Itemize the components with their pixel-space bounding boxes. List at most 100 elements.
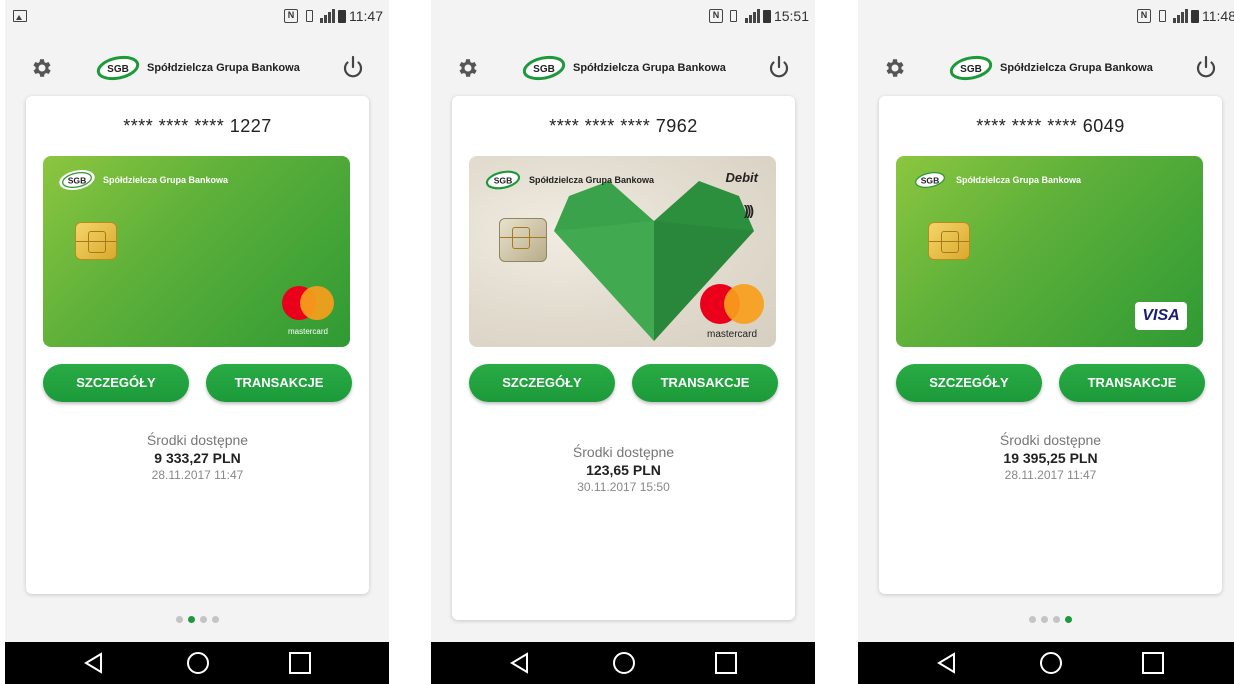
transactions-button[interactable]: TRANSAKCJE <box>206 364 352 402</box>
settings-gear-icon[interactable] <box>455 56 479 80</box>
vibrate-icon <box>726 9 742 23</box>
settings-gear-icon[interactable] <box>29 56 53 80</box>
details-button[interactable]: SZCZEGÓŁY <box>896 364 1042 402</box>
vibrate-icon <box>301 9 317 23</box>
page-dot[interactable] <box>1028 616 1036 623</box>
back-icon[interactable] <box>934 650 960 676</box>
card-chip <box>499 218 547 262</box>
card-bank-logo: SGB Spółdzielcza Grupa Bankowa <box>910 168 1081 192</box>
battery-icon <box>1191 9 1199 23</box>
power-icon[interactable] <box>1194 55 1218 81</box>
mastercard-logo: mastercard <box>280 286 336 336</box>
balance-amount: 19 395,25 PLN <box>1003 450 1098 466</box>
balance-amount: 9 333,27 PLN <box>154 450 241 466</box>
android-nav-bar <box>5 642 389 684</box>
bank-logo: SGB Spółdzielcza Grupa Bankowa <box>948 54 1153 82</box>
logo-abbr: SGB <box>960 64 982 75</box>
sgb-logo-mark: SGB <box>915 171 945 189</box>
sgb-logo-mark: SGB <box>59 170 95 190</box>
masked-card-number: **** **** **** 1227 <box>123 116 272 136</box>
bank-logo: SGB Spółdzielcza Grupa Bankowa <box>521 54 726 82</box>
card-bank-name: Spółdzielcza Grupa Bankowa <box>956 175 1082 185</box>
phone-screen-1: N 11:47 SGB Spółdzielcza Grupa Bankowa *… <box>5 0 389 684</box>
payment-card-image[interactable]: SGB Spółdzielcza Grupa Bankowa Debit )))… <box>469 156 776 347</box>
recent-apps-icon[interactable] <box>1140 650 1166 676</box>
status-time: 11:47 <box>349 8 383 24</box>
status-bar: N 11:48 <box>858 0 1234 36</box>
page-dot[interactable] <box>199 616 207 623</box>
transactions-button[interactable]: TRANSAKCJE <box>1059 364 1205 402</box>
page-dot[interactable] <box>175 616 183 623</box>
balance-date: 28.11.2017 11:47 <box>1004 468 1097 482</box>
svg-text:SGB: SGB <box>494 175 513 185</box>
settings-gear-icon[interactable] <box>882 56 906 80</box>
balance-date: 30.11.2017 15:50 <box>577 480 670 494</box>
recent-apps-icon[interactable] <box>287 650 313 676</box>
page-dot[interactable] <box>1052 616 1060 623</box>
battery-icon <box>762 9 771 23</box>
logo-abbr: SGB <box>533 64 555 75</box>
payment-card-image[interactable]: SGB Spółdzielcza Grupa Bankowa VISA <box>896 156 1203 347</box>
sgb-logo-mark: SGB <box>949 55 993 81</box>
sgb-logo-mark: SGB <box>96 55 140 81</box>
signal-icon <box>1173 9 1188 23</box>
status-bar: N 15:51 <box>431 0 815 36</box>
home-icon[interactable] <box>1038 650 1064 676</box>
signal-icon <box>320 9 335 23</box>
visa-logo: VISA <box>1135 302 1187 330</box>
back-icon[interactable] <box>507 650 533 676</box>
battery-icon <box>338 9 346 23</box>
home-icon[interactable] <box>185 650 211 676</box>
logo-abbr: SGB <box>107 64 129 75</box>
page-dot[interactable] <box>1040 616 1048 623</box>
balance-section: Środki dostępne 19 395,25 PLN 28.11.2017… <box>879 432 1222 482</box>
page-dot-active[interactable] <box>187 616 195 623</box>
app-header: SGB Spółdzielcza Grupa Bankowa <box>5 42 389 94</box>
app-header: SGB Spółdzielcza Grupa Bankowa <box>431 42 815 94</box>
nfc-icon: N <box>1137 9 1151 23</box>
payment-card-image[interactable]: SGB Spółdzielcza Grupa Bankowa mastercar… <box>43 156 350 347</box>
page-dot-active[interactable] <box>1064 616 1072 623</box>
mastercard-logo: mastercard <box>698 284 766 340</box>
balance-amount: 123,65 PLN <box>586 462 661 478</box>
card-type-label: Debit <box>725 170 759 185</box>
power-icon[interactable] <box>767 55 791 81</box>
power-icon[interactable] <box>341 55 365 81</box>
page-dot[interactable] <box>211 616 219 623</box>
status-time: 11:48 <box>1202 8 1234 24</box>
transactions-button[interactable]: TRANSAKCJE <box>632 364 778 402</box>
home-icon[interactable] <box>611 650 637 676</box>
card-panel: **** **** **** 7962 SGB Spółdzielcza Gru… <box>452 96 795 620</box>
card-chip <box>75 222 117 260</box>
nfc-icon: N <box>708 9 723 23</box>
page-indicator[interactable] <box>858 616 1234 623</box>
back-icon[interactable] <box>81 650 107 676</box>
sgb-logo-mark: SGB <box>522 55 566 81</box>
card-bank-name: Spółdzielcza Grupa Bankowa <box>529 175 655 185</box>
android-nav-bar <box>858 642 1234 684</box>
details-button[interactable]: SZCZEGÓŁY <box>469 364 615 402</box>
image-notification-icon <box>13 10 27 22</box>
card-network-label: mastercard <box>287 327 328 336</box>
svg-text:SGB: SGB <box>68 175 87 185</box>
signal-icon <box>744 9 760 23</box>
recent-apps-icon[interactable] <box>713 650 739 676</box>
balance-label: Środki dostępne <box>999 432 1102 448</box>
vibrate-icon <box>1154 9 1170 23</box>
card-panel: **** **** **** 1227 SGB Spółdzielcza Gru… <box>26 96 369 594</box>
bank-name: Spółdzielcza Grupa Bankowa <box>1000 62 1153 74</box>
balance-section: Środki dostępne 123,65 PLN 30.11.2017 15… <box>452 444 795 494</box>
card-bank-logo: SGB Spółdzielcza Grupa Bankowa <box>483 168 654 192</box>
masked-card-number: **** **** **** 7962 <box>549 116 698 136</box>
phone-screen-3: N 11:48 SGB Spółdzielcza Grupa Bankowa *… <box>858 0 1234 684</box>
sgb-logo-mark: SGB <box>485 170 521 190</box>
card-chip <box>928 222 970 260</box>
card-network-label: mastercard <box>706 329 757 340</box>
app-header: SGB Spółdzielcza Grupa Bankowa <box>858 42 1234 94</box>
details-button[interactable]: SZCZEGÓŁY <box>43 364 189 402</box>
nfc-icon: N <box>284 9 298 23</box>
balance-label: Środki dostępne <box>146 432 249 448</box>
phone-screen-2: N 15:51 SGB Spółdzielcza Grupa Bankowa *… <box>431 0 815 684</box>
android-nav-bar <box>431 642 815 684</box>
page-indicator[interactable] <box>5 616 389 623</box>
